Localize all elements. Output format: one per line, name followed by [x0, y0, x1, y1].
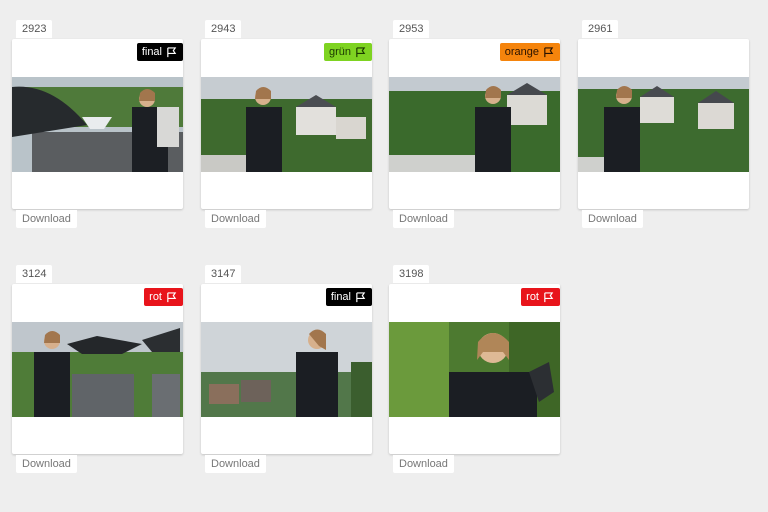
flag-label: final: [330, 291, 351, 303]
photo-thumbnail[interactable]: [201, 77, 372, 172]
download-link[interactable]: Download: [393, 455, 454, 473]
photo-number: 3198: [393, 265, 430, 283]
download-link[interactable]: Download: [16, 210, 77, 228]
photo-thumbnail[interactable]: [12, 322, 183, 417]
download-link[interactable]: Download: [16, 455, 77, 473]
flag-badge[interactable]: final: [136, 43, 183, 61]
flag-icon: [356, 46, 366, 57]
photo-thumbnail[interactable]: [201, 322, 372, 417]
flag-label: final: [141, 46, 162, 58]
flag-badge[interactable]: rot: [521, 288, 560, 306]
photo-card[interactable]: [578, 39, 749, 209]
flag-label: grün: [328, 46, 351, 58]
photo-number: 3147: [205, 265, 242, 283]
photo-card[interactable]: final: [201, 284, 372, 454]
flag-icon: [167, 291, 177, 302]
flag-icon: [356, 291, 366, 302]
photo-number: 2923: [16, 20, 53, 38]
photo-number: 3124: [16, 265, 53, 283]
photo-number: 2961: [582, 20, 619, 38]
photo-card[interactable]: rot: [389, 284, 560, 454]
photo-card[interactable]: final: [12, 39, 183, 209]
photo-number: 2953: [393, 20, 430, 38]
flag-badge[interactable]: grün: [323, 43, 372, 61]
photo-card[interactable]: grün: [201, 39, 372, 209]
photo-number: 2943: [205, 20, 242, 38]
download-link[interactable]: Download: [393, 210, 454, 228]
download-link[interactable]: Download: [205, 210, 266, 228]
photo-thumbnail[interactable]: [389, 77, 560, 172]
flag-badge[interactable]: rot: [144, 288, 183, 306]
flag-icon: [544, 291, 554, 302]
photo-thumbnail[interactable]: [389, 322, 560, 417]
flag-label: rot: [149, 291, 162, 303]
flag-label: orange: [504, 46, 539, 58]
flag-icon: [167, 46, 177, 57]
photo-thumbnail[interactable]: [12, 77, 183, 172]
photo-thumbnail[interactable]: [578, 77, 749, 172]
download-link[interactable]: Download: [582, 210, 643, 228]
flag-label: rot: [526, 291, 539, 303]
photo-card[interactable]: rot: [12, 284, 183, 454]
flag-badge[interactable]: orange: [499, 43, 560, 61]
photo-card[interactable]: orange: [389, 39, 560, 209]
flag-badge[interactable]: final: [325, 288, 372, 306]
flag-icon: [544, 46, 554, 57]
download-link[interactable]: Download: [205, 455, 266, 473]
